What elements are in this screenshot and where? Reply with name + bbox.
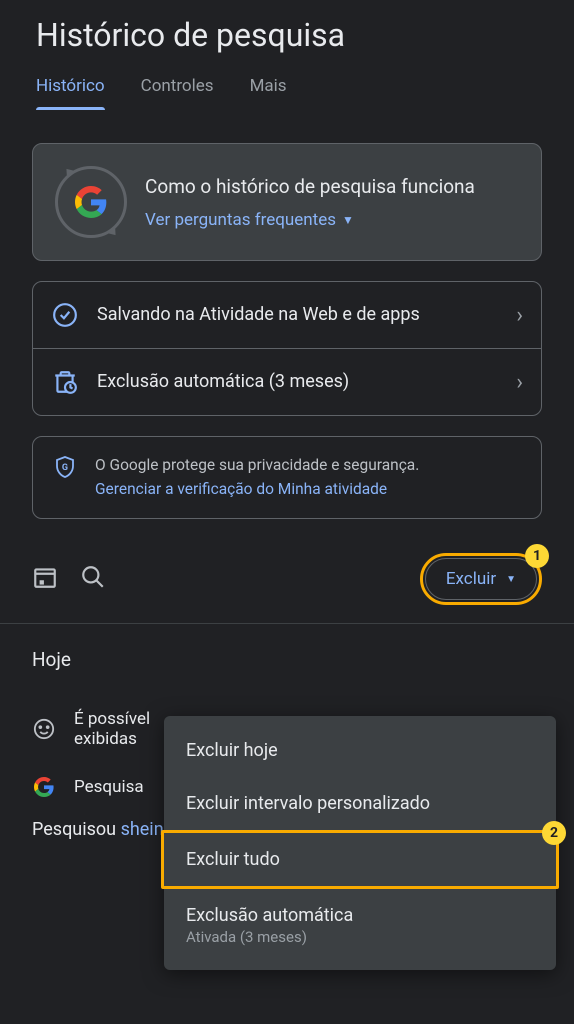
privacy-text: O Google protege sua privacidade e segur…	[95, 456, 419, 474]
chevron-right-icon: ›	[516, 370, 523, 395]
annotation-badge-2: 2	[542, 821, 566, 845]
setting-text: Exclusão automática (3 meses)	[97, 370, 498, 394]
delete-dropdown-menu: Excluir hoje Excluir intervalo personali…	[164, 716, 556, 970]
google-icon	[32, 777, 56, 797]
info-card[interactable]: Como o histórico de pesquisa funciona Ve…	[32, 143, 542, 261]
setting-text: Salvando na Atividade na Web e de apps	[97, 303, 498, 327]
chevron-right-icon: ›	[516, 303, 523, 328]
settings-card: Salvando na Atividade na Web e de apps ›…	[32, 281, 542, 416]
section-header-today: Hoje	[0, 624, 574, 695]
dropdown-arrow-icon: ▼	[342, 213, 354, 227]
menu-item-delete-all[interactable]: Excluir tudo 2	[161, 830, 559, 889]
annotation-badge-1: 1	[525, 544, 549, 568]
search-icon[interactable]	[80, 564, 106, 594]
auto-delete-icon	[51, 369, 79, 395]
shield-icon: G	[51, 455, 79, 479]
info-card-link[interactable]: Ver perguntas frequentes ▼	[145, 210, 519, 230]
tabs: Histórico Controles Mais	[0, 62, 574, 111]
history-toolbar: Excluir ▼ 1	[0, 539, 574, 619]
menu-item-delete-custom[interactable]: Excluir intervalo personalizado	[164, 777, 556, 830]
tab-controls[interactable]: Controles	[141, 62, 214, 110]
dropdown-arrow-icon: ▼	[506, 574, 516, 585]
history-text: Pesquisa	[74, 777, 144, 797]
delete-button[interactable]: Excluir ▼	[425, 558, 537, 600]
search-term: shein	[121, 819, 164, 840]
calendar-icon[interactable]	[32, 564, 58, 594]
setting-auto-delete[interactable]: Exclusão automática (3 meses) ›	[33, 349, 541, 415]
privacy-link[interactable]: Gerenciar a verificação do Minha ativida…	[95, 479, 419, 501]
history-text: É possível exibidas	[74, 709, 150, 749]
setting-web-activity[interactable]: Salvando na Atividade na Web e de apps ›	[33, 282, 541, 349]
menu-item-auto-delete[interactable]: Exclusão automática Ativada (3 meses)	[164, 889, 556, 962]
menu-item-subtext: Ativada (3 meses)	[186, 928, 534, 946]
smiley-icon	[32, 718, 56, 740]
tab-more[interactable]: Mais	[250, 62, 287, 110]
page-title: Histórico de pesquisa	[0, 0, 574, 62]
svg-text:G: G	[62, 463, 68, 473]
menu-item-delete-today[interactable]: Excluir hoje	[164, 724, 556, 777]
search-prefix: Pesquisou	[32, 819, 121, 840]
delete-button-highlight: Excluir ▼ 1	[420, 553, 542, 605]
tab-history[interactable]: Histórico	[36, 62, 105, 110]
refresh-google-icon	[55, 166, 127, 238]
info-card-title: Como o histórico de pesquisa funciona	[145, 174, 519, 200]
checkmark-circle-icon	[51, 302, 79, 328]
privacy-card[interactable]: G O Google protege sua privacidade e seg…	[32, 436, 542, 519]
